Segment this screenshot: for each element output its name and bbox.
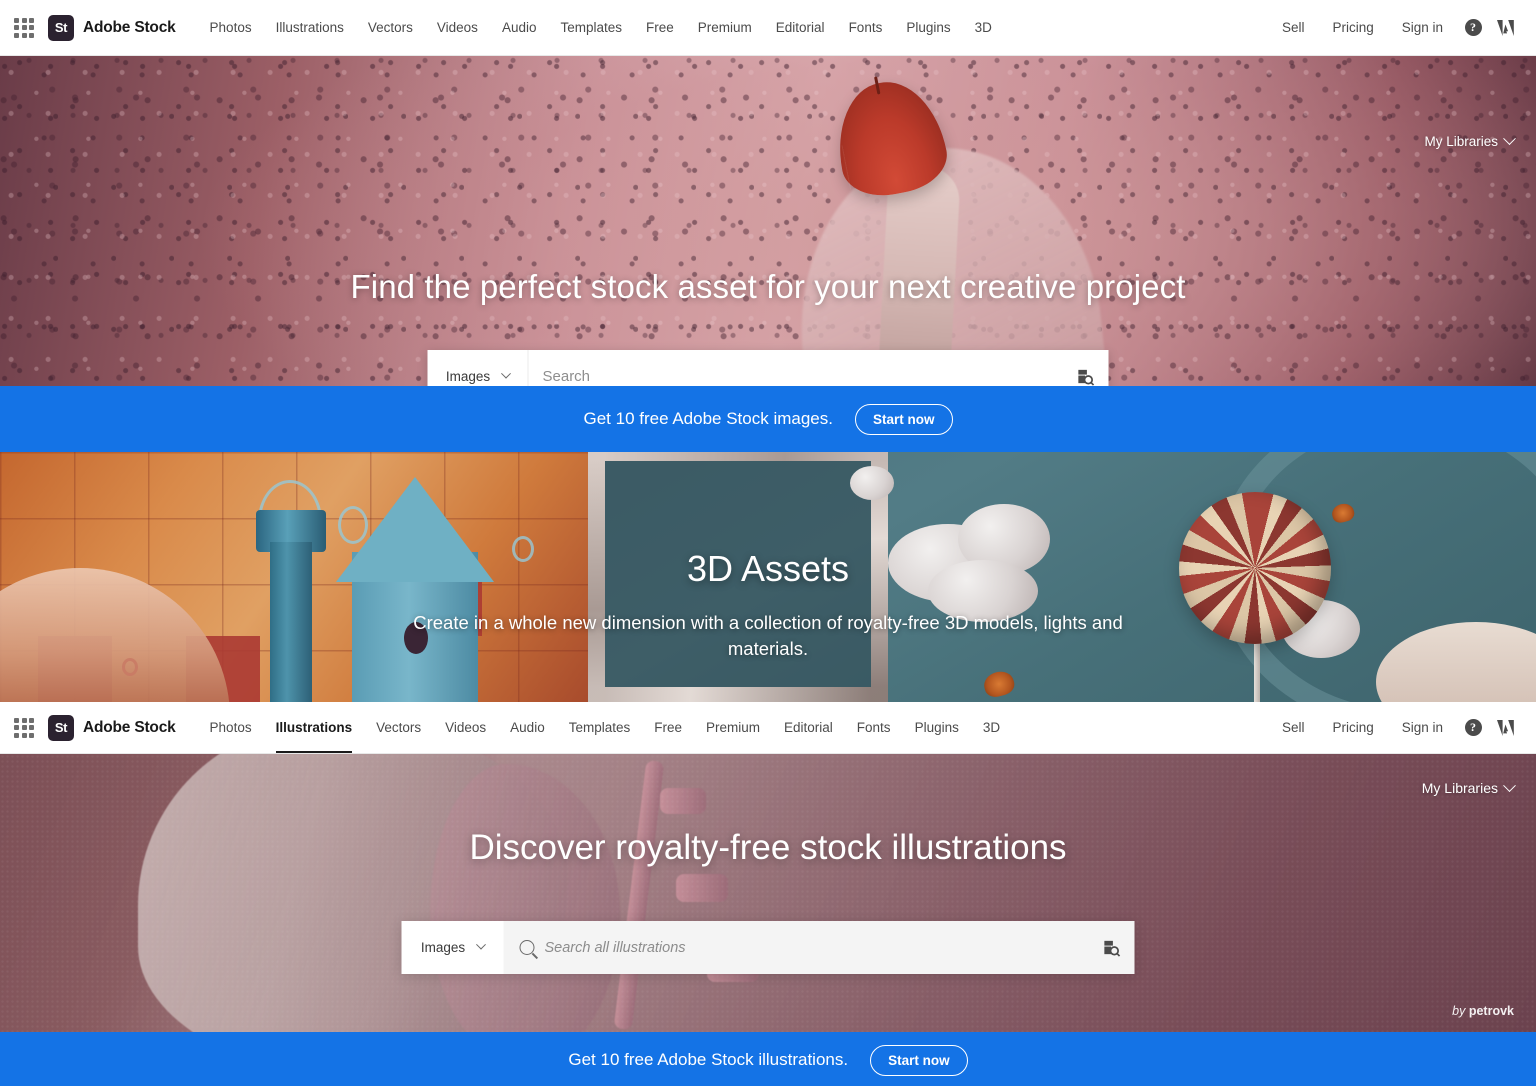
- nav2-item-plugins[interactable]: Plugins: [903, 702, 971, 753]
- nav-item-plugins[interactable]: Plugins: [894, 0, 962, 55]
- 3d-butterfly: [981, 668, 1017, 700]
- 3d-banner-title: 3D Assets: [686, 548, 850, 589]
- secondary-nav-links: Photos Illustrations Vectors Videos Audi…: [198, 702, 1013, 753]
- sign-in-link[interactable]: Sign in: [1389, 720, 1456, 735]
- help-button[interactable]: ?: [1458, 713, 1488, 743]
- nav2-item-templates[interactable]: Templates: [557, 702, 643, 753]
- chevron-down-icon: [1503, 132, 1516, 146]
- image-attribution: by petrovk: [1452, 1004, 1514, 1018]
- nav-item-photos[interactable]: Photos: [198, 0, 264, 55]
- secondary-navbar: St Adobe Stock Photos Illustrations Vect…: [0, 702, 1536, 754]
- nav-item-vectors[interactable]: Vectors: [356, 0, 425, 55]
- bottom-promo-text: Get 10 free Adobe Stock illustrations.: [568, 1050, 849, 1069]
- top-promo-start-now-button[interactable]: Start now: [854, 403, 953, 435]
- brand-logo[interactable]: St Adobe Stock: [48, 14, 176, 41]
- adobe-logo-icon: [1496, 719, 1514, 736]
- nav-item-videos[interactable]: Videos: [425, 0, 490, 55]
- nav-item-3d[interactable]: 3D: [963, 0, 1004, 55]
- photos-hero: My Libraries Find the perfect stock asse…: [0, 56, 1536, 386]
- nav-item-fonts[interactable]: Fonts: [837, 0, 895, 55]
- search-type-label: Images: [445, 368, 491, 384]
- top-promo-banner: Get 10 free Adobe Stock images. Start no…: [0, 386, 1536, 452]
- sell-link[interactable]: Sell: [1269, 20, 1318, 35]
- nav2-item-editorial[interactable]: Editorial: [772, 702, 845, 753]
- adobe-account-button[interactable]: [1490, 713, 1520, 743]
- nav2-item-premium[interactable]: Premium: [694, 702, 772, 753]
- bottom-promo-banner: Get 10 free Adobe Stock illustrations. S…: [0, 1032, 1536, 1086]
- 3d-assets-banner[interactable]: 3D Assets Create in a whole new dimensio…: [0, 452, 1536, 702]
- nav-item-free[interactable]: Free: [634, 0, 686, 55]
- search-input[interactable]: [542, 367, 1047, 385]
- my-libraries-button[interactable]: My Libraries: [1421, 778, 1516, 796]
- bottom-promo-start-now-button[interactable]: Start now: [870, 1044, 968, 1076]
- search-type-dropdown[interactable]: Images: [427, 350, 529, 386]
- help-circle-icon: ?: [1464, 19, 1482, 36]
- visual-search-button[interactable]: [1061, 350, 1109, 386]
- adobe-account-button[interactable]: [1490, 13, 1520, 43]
- adobe-stock-mark-icon: St: [48, 714, 74, 741]
- pricing-link[interactable]: Pricing: [1319, 20, 1386, 35]
- search-type-dropdown[interactable]: Images: [401, 921, 504, 974]
- top-promo-text: Get 10 free Adobe Stock images.: [583, 409, 833, 428]
- app-grid-icon[interactable]: [14, 717, 34, 738]
- app-grid-icon[interactable]: [14, 17, 34, 38]
- hero-blossom-highlights: [0, 56, 1536, 386]
- visual-search-icon: [1077, 369, 1094, 386]
- nav-item-premium[interactable]: Premium: [686, 0, 764, 55]
- help-circle-icon: ?: [1464, 719, 1482, 736]
- nav2-item-audio[interactable]: Audio: [498, 702, 557, 753]
- illustrations-search-input[interactable]: [544, 939, 1073, 956]
- adobe-stock-mark-icon: St: [48, 14, 74, 41]
- adobe-logo-icon: [1496, 19, 1514, 36]
- 3d-banner-subtitle: Create in a whole new dimension with a c…: [413, 612, 1123, 660]
- visual-search-button[interactable]: [1086, 921, 1135, 974]
- chevron-down-icon: [1503, 778, 1516, 792]
- illustrations-search-bar: Images: [401, 921, 1135, 974]
- search-type-label: Images: [420, 940, 466, 955]
- nav2-item-fonts[interactable]: Fonts: [845, 702, 903, 753]
- hero-search-bar: Images: [427, 350, 1109, 386]
- illustrations-hero-grain: [0, 754, 1536, 1032]
- navbar-right-group: Sell Pricing Sign in ?: [1269, 13, 1536, 43]
- navbar-left-group: St Adobe Stock Photos Illustrations Vect…: [0, 702, 1012, 753]
- hero-headline: Find the perfect stock asset for your ne…: [350, 268, 1186, 305]
- pricing-link[interactable]: Pricing: [1319, 720, 1386, 735]
- adobe-stock-page: St Adobe Stock Photos Illustrations Vect…: [0, 0, 1536, 1086]
- brand-logo[interactable]: St Adobe Stock: [48, 714, 176, 741]
- navbar-right-group: Sell Pricing Sign in ?: [1269, 713, 1536, 743]
- 3d-banner-text-block: 3D Assets Create in a whole new dimensio…: [0, 452, 1536, 663]
- nav2-item-free[interactable]: Free: [642, 702, 694, 753]
- search-field-wrapper[interactable]: [503, 921, 1087, 974]
- nav2-item-3d[interactable]: 3D: [971, 702, 1012, 753]
- nav-item-templates[interactable]: Templates: [548, 0, 634, 55]
- nav2-item-illustrations[interactable]: Illustrations: [264, 702, 365, 753]
- primary-navbar: St Adobe Stock Photos Illustrations Vect…: [0, 0, 1536, 56]
- illustrations-hero: My Libraries Discover royalty-free stock…: [0, 754, 1536, 1032]
- nav-item-audio[interactable]: Audio: [490, 0, 549, 55]
- nav2-item-photos[interactable]: Photos: [198, 702, 264, 753]
- sign-in-link[interactable]: Sign in: [1389, 20, 1456, 35]
- sell-link[interactable]: Sell: [1269, 720, 1318, 735]
- magnifier-icon: [519, 940, 535, 955]
- nav-item-illustrations[interactable]: Illustrations: [264, 0, 356, 55]
- navbar-left-group: St Adobe Stock Photos Illustrations Vect…: [0, 0, 1004, 55]
- nav2-item-videos[interactable]: Videos: [433, 702, 498, 753]
- my-libraries-label: My Libraries: [1421, 780, 1498, 796]
- attribution-author: petrovk: [1468, 1004, 1514, 1018]
- search-field-wrapper[interactable]: [528, 350, 1061, 386]
- my-libraries-label: My Libraries: [1424, 134, 1498, 149]
- brand-name: Adobe Stock: [83, 718, 176, 736]
- chevron-down-icon: [475, 939, 486, 950]
- primary-nav-links: Photos Illustrations Vectors Videos Audi…: [198, 0, 1004, 55]
- my-libraries-button[interactable]: My Libraries: [1424, 132, 1516, 149]
- brand-name: Adobe Stock: [83, 18, 176, 36]
- chevron-down-icon: [500, 368, 511, 379]
- nav-item-editorial[interactable]: Editorial: [764, 0, 837, 55]
- attribution-prefix: by: [1452, 1004, 1466, 1018]
- illustrations-headline: Discover royalty-free stock illustration…: [469, 828, 1067, 867]
- help-button[interactable]: ?: [1458, 13, 1488, 43]
- visual-search-icon: [1103, 940, 1120, 957]
- nav2-item-vectors[interactable]: Vectors: [364, 702, 433, 753]
